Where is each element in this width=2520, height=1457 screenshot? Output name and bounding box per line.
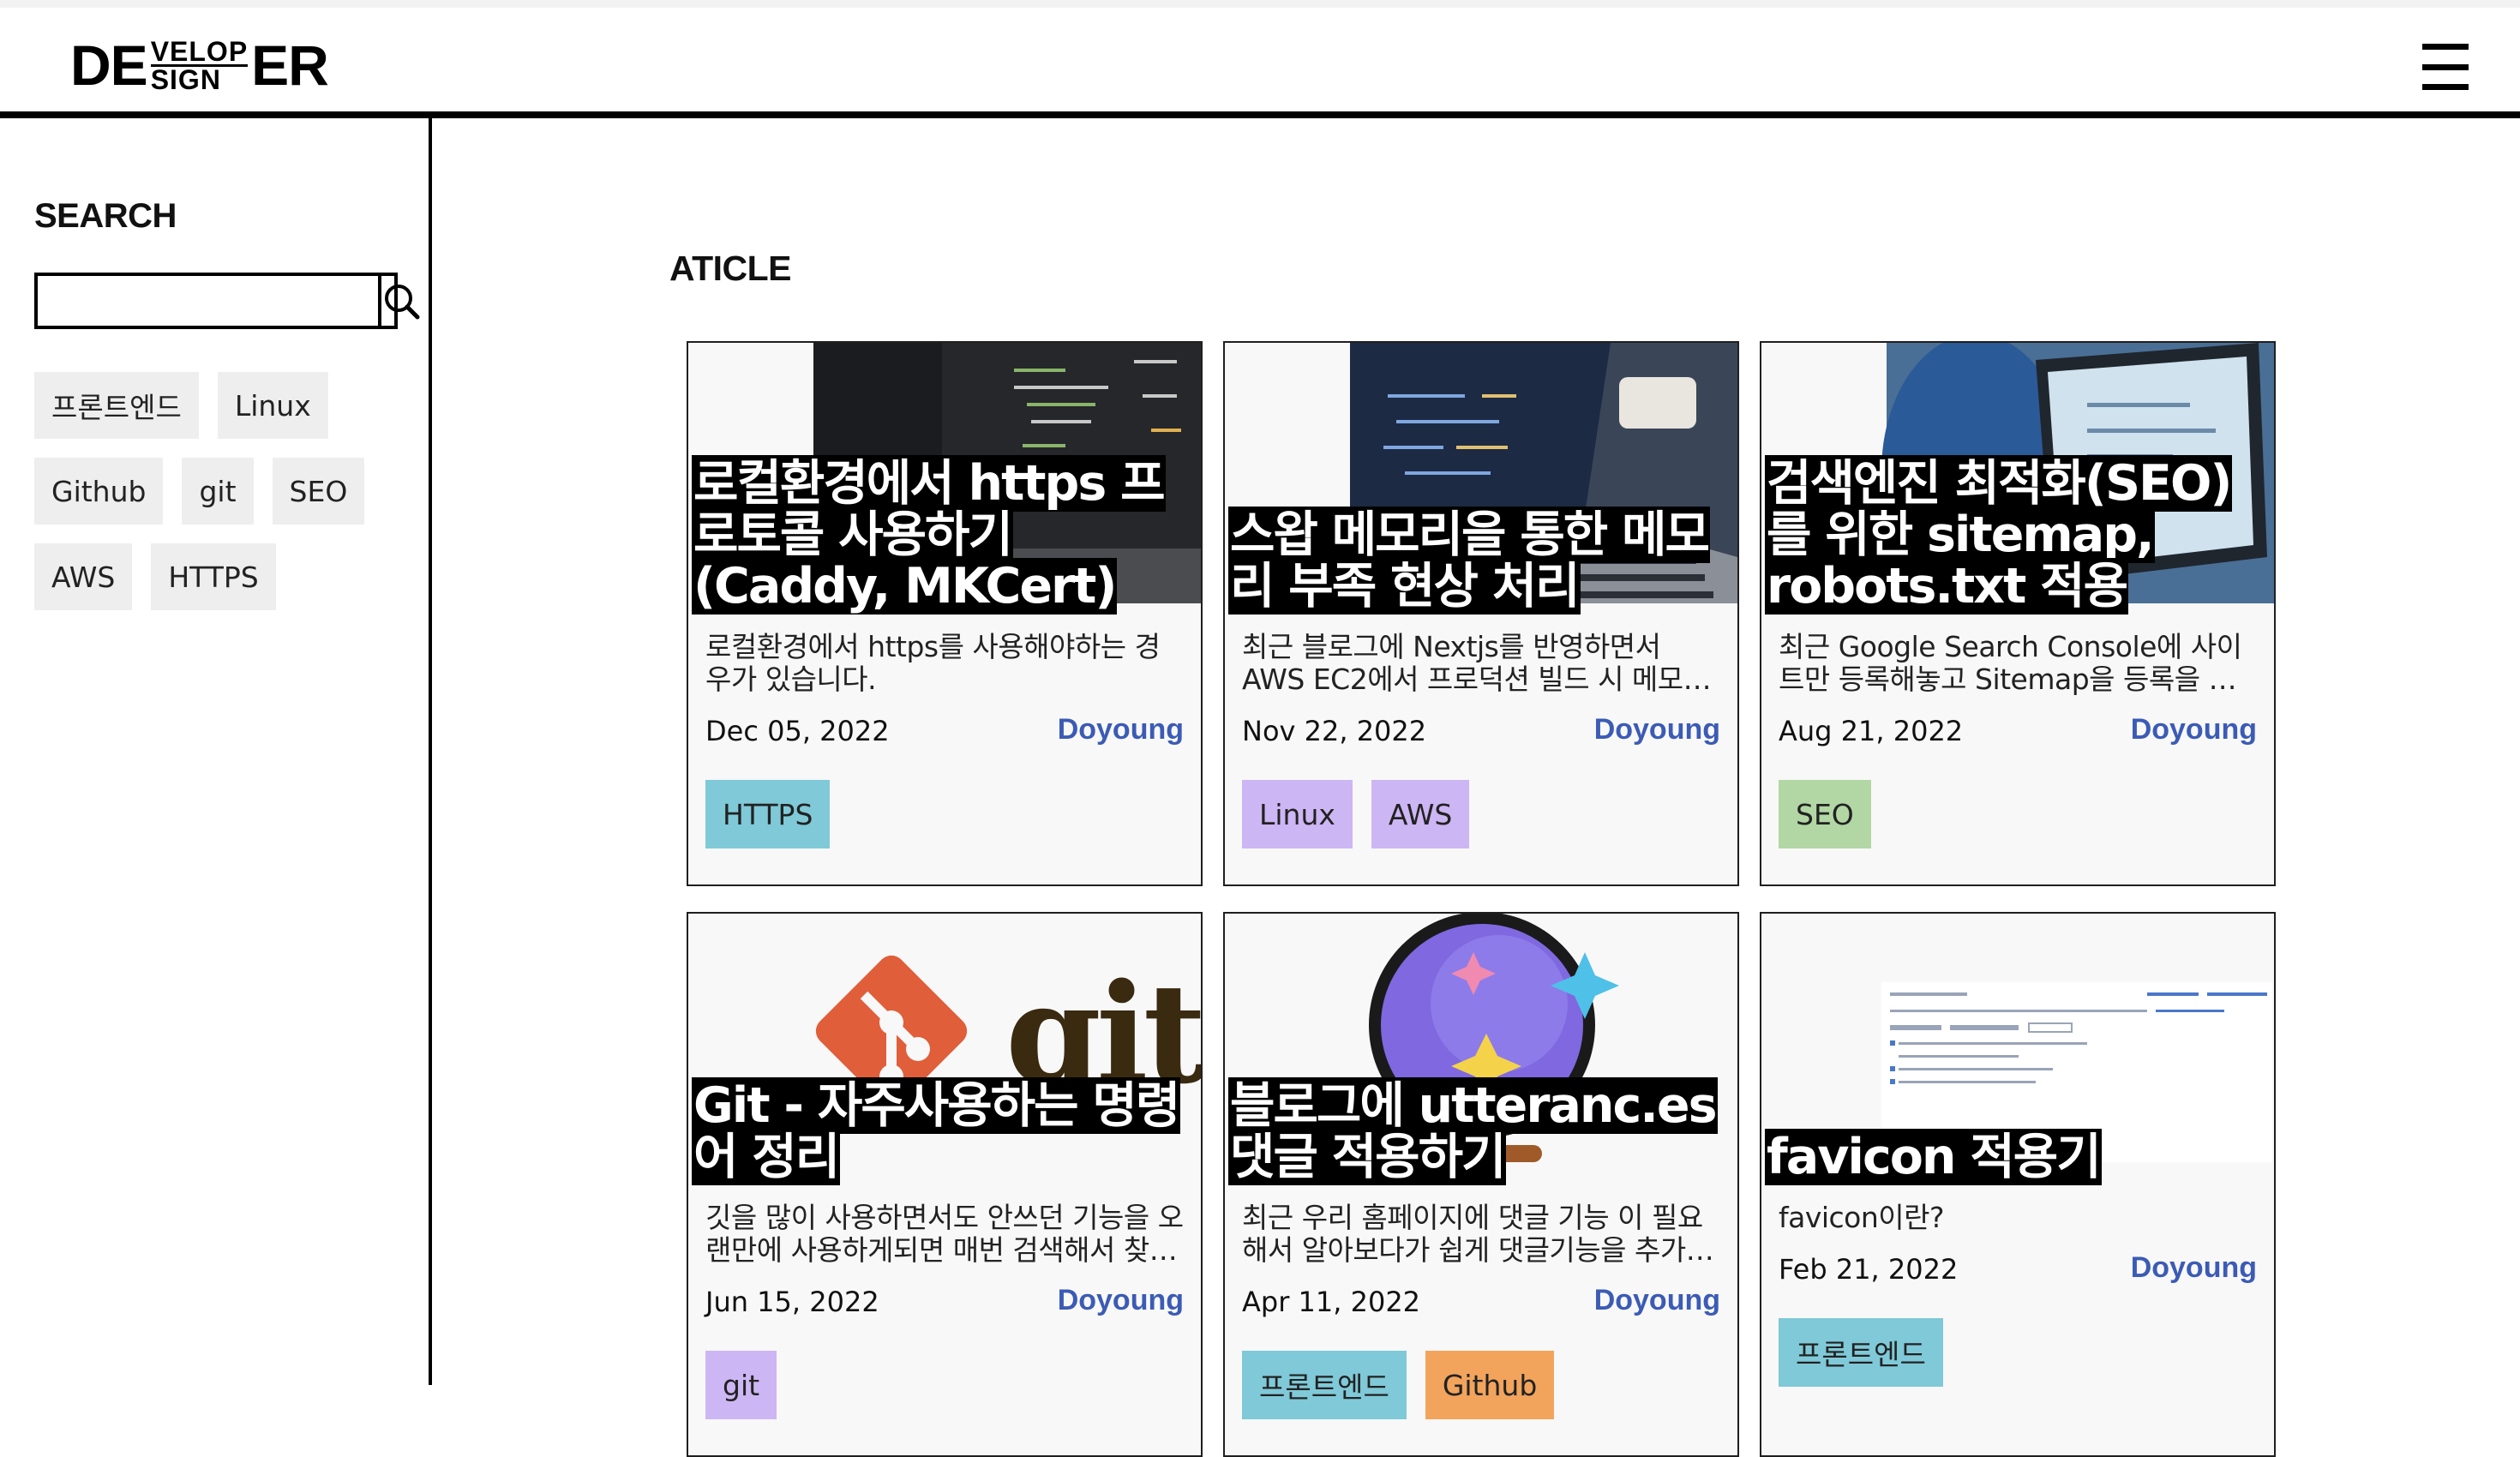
article-date: Aug 21, 2022 xyxy=(1779,715,1964,747)
sidebar-tag-seo[interactable]: SEO xyxy=(272,458,365,525)
search-box xyxy=(34,273,420,329)
menu-line xyxy=(2422,44,2469,50)
site-logo[interactable]: DE VELOP SIGN ER xyxy=(70,33,329,97)
article-tags: 프론트엔드 xyxy=(1779,1318,1943,1387)
site-header: DE VELOP SIGN ER xyxy=(0,8,2520,118)
article-tag[interactable]: Github xyxy=(1425,1351,1555,1419)
article-description: 최근 우리 홈페이지에 댓글 기능 이 필요해서 알아보다가 쉽게 댓글기능을 … xyxy=(1242,1202,1714,1267)
article-card[interactable]: 블로그에 utteranc.es 댓글 적용하기 최근 우리 홈페이지에 댓글 … xyxy=(1223,912,1739,1457)
article-description: 최근 블로그에 Nextjs를 반영하면서 AWS EC2에서 프로덕션 빌드 … xyxy=(1242,631,1709,696)
article-tags: 프론트엔드 Github xyxy=(1242,1351,1555,1419)
article-date: Feb 21, 2022 xyxy=(1779,1253,1959,1286)
article-title: favicon 적용기 xyxy=(1765,1129,2102,1185)
sidebar-tag-frontend[interactable]: 프론트엔드 xyxy=(34,372,199,439)
article-grid: 로컬환경에서 https 프로토콜 사용하기 (Caddy, MKCert) 로… xyxy=(687,341,2277,1457)
article-author[interactable]: Doyoung xyxy=(1594,713,1720,746)
article-title: 블로그에 utteranc.es 댓글 적용하기 xyxy=(1228,1077,1718,1185)
article-title: 검색엔진 최적화(SEO)를 위한 sitemap, robots.txt 적용 xyxy=(1765,455,2232,615)
article-tag[interactable]: SEO xyxy=(1779,780,1871,848)
article-title: Git - 자주사용하는 명령어 정리 xyxy=(692,1077,1180,1185)
article-description: 최근 Google Search Console에 사이트만 등록해놓고 Sit… xyxy=(1779,631,2242,696)
article-date: Apr 11, 2022 xyxy=(1242,1286,1421,1318)
sidebar-tag-git[interactable]: git xyxy=(182,458,254,525)
search-button[interactable] xyxy=(378,276,421,326)
article-card[interactable]: favicon 적용기 favicon이란? Feb 21, 2022 Doyo… xyxy=(1760,912,2276,1457)
article-date: Jun 15, 2022 xyxy=(705,1286,879,1318)
menu-line xyxy=(2422,63,2469,70)
article-tag[interactable]: Linux xyxy=(1242,780,1353,848)
article-tags: Linux AWS xyxy=(1242,780,1470,848)
sidebar-tag-github[interactable]: Github xyxy=(34,458,164,525)
magnifier-icon xyxy=(385,285,420,320)
page-title: ATICLE xyxy=(669,249,792,288)
article-description: 로컬환경에서 https를 사용해야하는 경우가 있습니다. xyxy=(705,631,1161,696)
article-tags: HTTPS xyxy=(705,780,831,848)
article-author[interactable]: Doyoung xyxy=(2131,1251,2257,1285)
logo-left-text: DE xyxy=(70,33,148,97)
article-date: Dec 05, 2022 xyxy=(705,715,890,747)
article-tags: SEO xyxy=(1779,780,1871,848)
article-author[interactable]: Doyoung xyxy=(1058,1284,1184,1317)
article-tag[interactable]: HTTPS xyxy=(705,780,831,848)
article-card[interactable]: 스왑 메모리을 통한 메모리 부족 현상 처리 최근 블로그에 Nextjs를 … xyxy=(1223,341,1739,886)
article-tag[interactable]: 프론트엔드 xyxy=(1242,1351,1407,1419)
article-card[interactable]: 로컬환경에서 https 프로토콜 사용하기 (Caddy, MKCert) 로… xyxy=(687,341,1203,886)
article-description: 깃을 많이 사용하면서도 안쓰던 기능을 오랜만에 사용하게되면 매번 검색해서… xyxy=(705,1202,1184,1267)
logo-stacked-text: VELOP SIGN xyxy=(150,35,249,95)
logo-bottom-text: SIGN xyxy=(150,63,221,95)
sidebar-tag-aws[interactable]: AWS xyxy=(34,543,133,610)
article-tag[interactable]: 프론트엔드 xyxy=(1779,1318,1943,1387)
article-author[interactable]: Doyoung xyxy=(1594,1284,1720,1317)
article-date: Nov 22, 2022 xyxy=(1242,715,1427,747)
article-title: 로컬환경에서 https 프로토콜 사용하기 (Caddy, MKCert) xyxy=(692,455,1166,615)
article-card[interactable]: git Git - 자주사용하는 명령어 정리 깃을 많이 사용하면서도 안쓰던… xyxy=(687,912,1203,1457)
sidebar: SEARCH 프론트엔드 Linux Github git SEO AWS HT… xyxy=(0,118,432,1385)
logo-right-text: ER xyxy=(251,33,329,97)
search-title: SEARCH xyxy=(34,197,177,235)
tag-cloud: 프론트엔드 Linux Github git SEO AWS HTTPS xyxy=(34,372,411,610)
article-tag[interactable]: AWS xyxy=(1371,780,1470,848)
article-tags: git xyxy=(705,1351,777,1419)
sidebar-tag-https[interactable]: HTTPS xyxy=(151,543,276,610)
article-tag[interactable]: git xyxy=(705,1351,777,1419)
article-author[interactable]: Doyoung xyxy=(1058,713,1184,746)
search-input[interactable] xyxy=(38,276,378,326)
article-author[interactable]: Doyoung xyxy=(2131,713,2257,746)
logo-top-text: VELOP xyxy=(150,35,249,67)
hamburger-menu-icon[interactable] xyxy=(2422,44,2469,90)
article-card[interactable]: 검색엔진 최적화(SEO)를 위한 sitemap, robots.txt 적용… xyxy=(1760,341,2276,886)
browser-top-strip xyxy=(0,0,2520,8)
article-title: 스왑 메모리을 통한 메모리 부족 현상 처리 xyxy=(1228,507,1710,615)
article-description: favicon이란? xyxy=(1779,1202,1945,1234)
menu-line xyxy=(2422,84,2469,90)
sidebar-tag-linux[interactable]: Linux xyxy=(217,372,328,439)
